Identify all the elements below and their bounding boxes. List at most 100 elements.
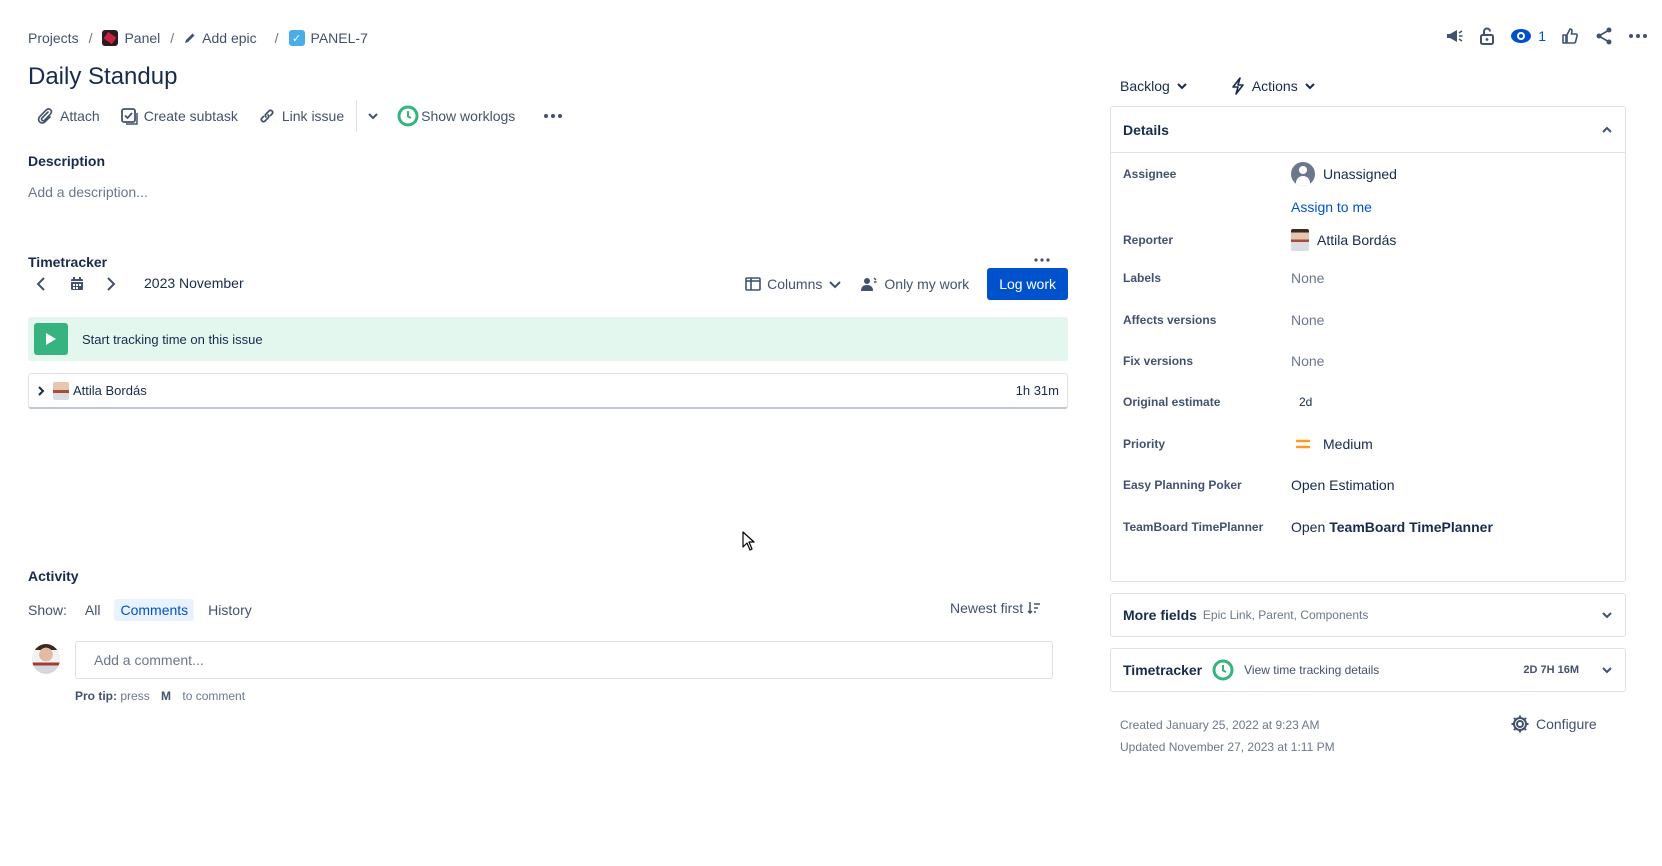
add-comment-input[interactable]: Add a comment... (75, 641, 1053, 679)
share-button[interactable] (1594, 26, 1614, 46)
affects-versions-label: Affects versions (1123, 313, 1217, 327)
mouse-cursor-icon (742, 531, 756, 551)
breadcrumb-issue[interactable]: ✓ PANEL-7 (288, 30, 368, 46)
chevron-down-icon (829, 280, 842, 288)
chevron-down-icon (1305, 83, 1315, 90)
reporter-label: Reporter (1123, 233, 1174, 247)
watch-button[interactable]: 1 (1510, 28, 1546, 44)
view-time-tracking-link[interactable]: View time tracking details (1244, 663, 1379, 677)
reporter-value[interactable]: Attila Bordás (1291, 229, 1396, 251)
calendar-button[interactable] (70, 276, 84, 291)
configure-label: Configure (1536, 716, 1597, 732)
more-create-dropdown[interactable] (359, 100, 387, 132)
activity-heading: Activity (28, 568, 79, 584)
link-icon (260, 109, 274, 123)
more-actions-button[interactable] (1628, 33, 1648, 39)
eye-icon (1511, 29, 1532, 43)
breadcrumb-add-epic[interactable]: Add epic (184, 30, 257, 46)
clock-icon (397, 105, 419, 127)
vote-button[interactable] (1560, 26, 1580, 46)
assignee-field: Assignee Unassigned (1123, 162, 1397, 186)
description-placeholder[interactable]: Add a description... (28, 184, 148, 200)
affects-versions-value[interactable]: None (1291, 312, 1324, 328)
show-label: Show: (28, 602, 67, 618)
more-fields-panel[interactable]: More fields Epic Link, Parent, Component… (1110, 593, 1626, 637)
expand-row-icon[interactable] (37, 385, 45, 397)
timetracker-more-button[interactable] (1034, 258, 1050, 262)
details-header[interactable]: Details (1111, 107, 1625, 153)
tab-all[interactable]: All (79, 599, 107, 621)
more-fields-subtitle: Epic Link, Parent, Components (1202, 608, 1369, 622)
announcement-button[interactable] (1444, 26, 1464, 46)
timetracker-panel: Timetracker View time tracking details 2… (1110, 648, 1626, 692)
affects-versions-field: Affects versions None (1123, 312, 1324, 328)
open-estimation-link[interactable]: Open Estimation (1291, 477, 1395, 493)
reporter-name: Attila Bordás (1317, 232, 1397, 248)
paperclip-icon (37, 108, 53, 124)
assign-to-me-link[interactable]: Assign to me (1291, 199, 1372, 215)
status-dropdown[interactable]: Backlog (1112, 70, 1196, 102)
show-worklogs-label: Show worklogs (421, 108, 516, 124)
worklog-duration: 1h 31m (1015, 383, 1059, 398)
lightning-icon (1232, 77, 1244, 95)
configure-button[interactable]: Configure (1510, 714, 1597, 734)
task-type-icon: ✓ (288, 30, 305, 46)
calendar-icon (71, 277, 83, 290)
assignee-value[interactable]: Unassigned (1291, 162, 1397, 186)
chevron-down-icon (1602, 667, 1612, 674)
priority-name: Medium (1323, 436, 1373, 452)
toolbar-more-button[interactable] (533, 100, 573, 132)
priority-value[interactable]: Medium (1291, 436, 1373, 452)
fix-versions-value[interactable]: None (1291, 353, 1324, 369)
priority-label: Priority (1123, 437, 1166, 451)
attach-label: Attach (60, 108, 100, 124)
megaphone-icon (1447, 30, 1463, 42)
attach-button[interactable]: Attach (26, 100, 110, 132)
project-avatar-icon (102, 30, 119, 46)
breadcrumb-projects[interactable]: Projects (28, 30, 79, 46)
worklog-row[interactable]: Attila Bordás 1h 31m (28, 373, 1068, 409)
next-month-button[interactable] (106, 276, 116, 292)
columns-dropdown[interactable]: Columns (745, 276, 842, 292)
breadcrumb-project[interactable]: Panel (102, 30, 160, 46)
labels-value[interactable]: None (1291, 270, 1324, 286)
teamboard-prefix: Open (1291, 519, 1326, 535)
actions-label: Actions (1251, 78, 1298, 94)
previous-month-button[interactable] (36, 276, 46, 292)
labels-field: Labels None (1123, 270, 1324, 286)
avatar (1291, 229, 1309, 251)
unassigned-avatar-icon (1291, 162, 1315, 186)
status-actions: Backlog Actions (1112, 70, 1324, 102)
issue-toolbar: Attach Create subtask Link issue Show wo… (26, 98, 573, 134)
current-user-avatar (32, 644, 60, 674)
details-title: Details (1123, 121, 1169, 138)
timetracker-panel-title: Timetracker (1123, 662, 1203, 678)
actions-dropdown[interactable]: Actions (1222, 70, 1324, 102)
breadcrumb-separator: / (88, 30, 93, 46)
tab-history[interactable]: History (202, 599, 258, 621)
more-fields-title: More fields (1123, 607, 1197, 623)
show-worklogs-button[interactable]: Show worklogs (387, 100, 525, 132)
original-estimate-value[interactable]: 2d (1291, 395, 1312, 409)
link-issue-button[interactable]: Link issue (248, 100, 354, 132)
only-my-work-toggle[interactable]: Only my work (860, 276, 969, 292)
clock-icon (1212, 659, 1234, 681)
sort-order-button[interactable]: Newest first (950, 600, 1041, 616)
start-tracking-text: Start tracking time on this issue (82, 331, 263, 347)
more-icon (544, 114, 563, 118)
pencil-icon (184, 32, 196, 44)
tab-comments[interactable]: Comments (114, 599, 195, 621)
lock-button[interactable] (1478, 26, 1496, 46)
breadcrumb-project-label: Panel (124, 30, 161, 46)
timetracker-navigation: 2023 November Columns Only my work Log w… (28, 268, 1068, 300)
log-work-button[interactable]: Log work (987, 268, 1068, 300)
user-icon (861, 277, 877, 291)
timetracker-panel-expand[interactable] (1601, 666, 1613, 674)
chevron-left-icon (36, 277, 45, 291)
start-tracking-button[interactable] (34, 323, 68, 355)
activity-filter: Show: All Comments History (28, 598, 258, 622)
create-subtask-button[interactable]: Create subtask (110, 100, 248, 132)
start-tracking-bar: Start tracking time on this issue (28, 317, 1068, 361)
issue-title[interactable]: Daily Standup (28, 63, 177, 91)
open-teamboard-link[interactable]: Open TeamBoard TimePlanner (1291, 519, 1493, 535)
